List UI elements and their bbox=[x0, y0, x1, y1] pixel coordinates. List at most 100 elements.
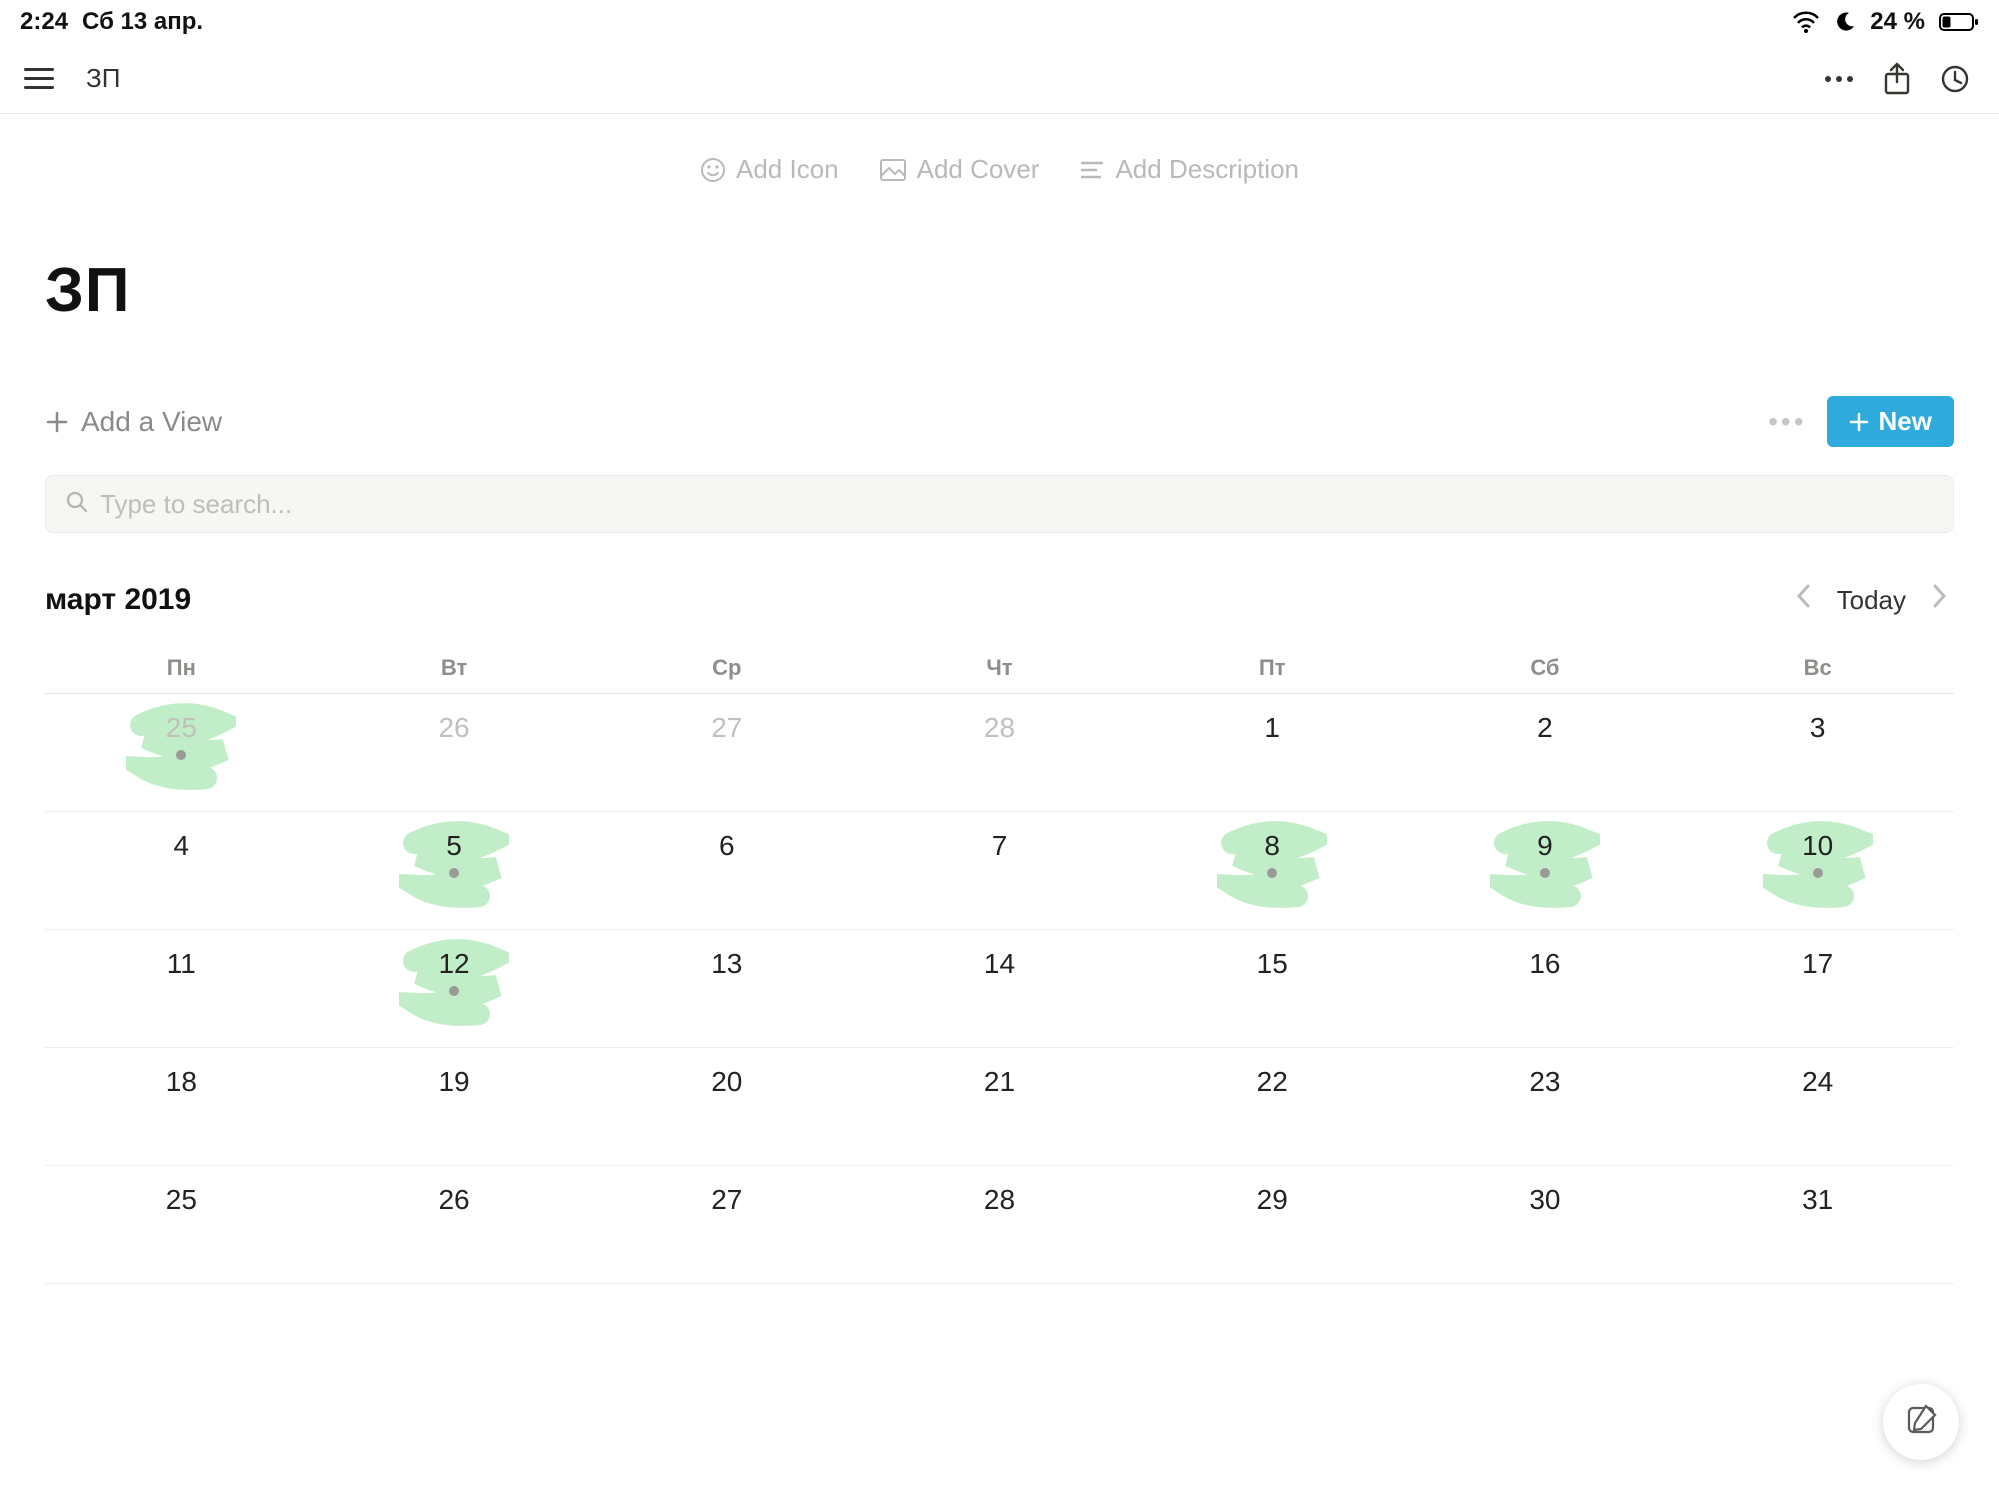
calendar-day[interactable]: 18 bbox=[45, 1048, 318, 1166]
calendar-day[interactable]: 19 bbox=[318, 1048, 591, 1166]
day-number: 25 bbox=[166, 1184, 197, 1216]
compose-button[interactable] bbox=[1883, 1384, 1959, 1460]
day-number: 25 bbox=[166, 712, 197, 744]
calendar-day[interactable]: 6 bbox=[590, 812, 863, 930]
add-view-label: Add a View bbox=[81, 406, 222, 438]
new-button[interactable]: New bbox=[1827, 396, 1954, 447]
page-title[interactable]: ЗП bbox=[45, 255, 1954, 326]
add-description-label: Add Description bbox=[1115, 154, 1299, 185]
calendar-day[interactable]: 20 bbox=[590, 1048, 863, 1166]
prev-month-button[interactable] bbox=[1789, 583, 1817, 617]
day-number: 15 bbox=[1257, 948, 1288, 980]
weekday-label: Пн bbox=[45, 643, 318, 693]
battery-icon bbox=[1939, 12, 1979, 32]
calendar-day[interactable]: 26 bbox=[318, 1166, 591, 1284]
share-icon[interactable] bbox=[1877, 59, 1917, 99]
event-indicator bbox=[449, 986, 459, 996]
calendar-day[interactable]: 12 bbox=[318, 930, 591, 1048]
calendar-day[interactable]: 11 bbox=[45, 930, 318, 1048]
day-number: 31 bbox=[1802, 1184, 1833, 1216]
calendar-weekday-row: Пн Вт Ср Чт Пт Сб Вс bbox=[45, 643, 1954, 694]
day-number: 12 bbox=[438, 948, 469, 980]
calendar-day[interactable]: 16 bbox=[1409, 930, 1682, 1048]
calendar-day[interactable]: 5 bbox=[318, 812, 591, 930]
wifi-icon bbox=[1792, 11, 1820, 33]
calendar-day[interactable]: 28 bbox=[863, 694, 1136, 812]
day-number: 7 bbox=[992, 830, 1008, 862]
calendar-day[interactable]: 21 bbox=[863, 1048, 1136, 1166]
status-time: 2:24 bbox=[20, 8, 68, 36]
calendar-day[interactable]: 27 bbox=[590, 1166, 863, 1284]
calendar-day[interactable]: 15 bbox=[1136, 930, 1409, 1048]
calendar-day[interactable]: 31 bbox=[1681, 1166, 1954, 1284]
day-number: 4 bbox=[174, 830, 190, 862]
calendar-body: 2526272812345678910111213141516171819202… bbox=[45, 694, 1954, 1284]
calendar-day[interactable]: 4 bbox=[45, 812, 318, 930]
calendar-day[interactable]: 3 bbox=[1681, 694, 1954, 812]
calendar-day[interactable]: 22 bbox=[1136, 1048, 1409, 1166]
weekday-label: Чт bbox=[863, 643, 1136, 693]
day-number: 5 bbox=[446, 830, 462, 862]
day-number: 27 bbox=[711, 712, 742, 744]
calendar-day[interactable]: 25 bbox=[45, 1166, 318, 1284]
battery-percent: 24 % bbox=[1870, 8, 1925, 36]
day-number: 13 bbox=[711, 948, 742, 980]
calendar-day[interactable]: 17 bbox=[1681, 930, 1954, 1048]
day-number: 3 bbox=[1810, 712, 1826, 744]
status-bar: 2:24 Сб 13 апр. 24 % bbox=[0, 0, 1999, 44]
day-number: 6 bbox=[719, 830, 735, 862]
day-number: 1 bbox=[1264, 712, 1280, 744]
calendar-day[interactable]: 1 bbox=[1136, 694, 1409, 812]
day-number: 20 bbox=[711, 1066, 742, 1098]
day-number: 18 bbox=[166, 1066, 197, 1098]
calendar-day[interactable]: 29 bbox=[1136, 1166, 1409, 1284]
calendar-day[interactable]: 24 bbox=[1681, 1048, 1954, 1166]
calendar-day[interactable]: 27 bbox=[590, 694, 863, 812]
day-number: 24 bbox=[1802, 1066, 1833, 1098]
calendar-day[interactable]: 14 bbox=[863, 930, 1136, 1048]
today-button[interactable]: Today bbox=[1837, 585, 1906, 616]
more-icon[interactable] bbox=[1819, 59, 1859, 99]
search-input[interactable] bbox=[100, 489, 1933, 520]
page-header-actions: Add Icon Add Cover Add Description bbox=[45, 154, 1954, 185]
calendar-day[interactable]: 26 bbox=[318, 694, 591, 812]
event-indicator bbox=[1540, 868, 1550, 878]
compose-icon bbox=[1904, 1403, 1938, 1442]
day-number: 30 bbox=[1529, 1184, 1560, 1216]
history-icon[interactable] bbox=[1935, 59, 1975, 99]
search-icon bbox=[66, 491, 88, 518]
view-more-icon[interactable]: ••• bbox=[1768, 406, 1806, 438]
day-number: 16 bbox=[1529, 948, 1560, 980]
day-number: 21 bbox=[984, 1066, 1015, 1098]
day-number: 8 bbox=[1264, 830, 1280, 862]
add-cover-button[interactable]: Add Cover bbox=[879, 154, 1040, 185]
day-number: 17 bbox=[1802, 948, 1833, 980]
search-bar[interactable] bbox=[45, 475, 1954, 533]
day-number: 11 bbox=[167, 948, 196, 980]
top-nav: ЗП bbox=[0, 44, 1999, 114]
day-number: 29 bbox=[1257, 1184, 1288, 1216]
status-date: Сб 13 апр. bbox=[82, 8, 203, 36]
calendar-day[interactable]: 25 bbox=[45, 694, 318, 812]
calendar-day[interactable]: 13 bbox=[590, 930, 863, 1048]
moon-icon bbox=[1834, 11, 1856, 33]
menu-button[interactable] bbox=[24, 63, 56, 95]
weekday-label: Сб bbox=[1409, 643, 1682, 693]
calendar-day[interactable]: 23 bbox=[1409, 1048, 1682, 1166]
day-number: 26 bbox=[438, 1184, 469, 1216]
calendar-day[interactable]: 9 bbox=[1409, 812, 1682, 930]
calendar-day[interactable]: 10 bbox=[1681, 812, 1954, 930]
breadcrumb[interactable]: ЗП bbox=[86, 63, 120, 94]
add-view-button[interactable]: Add a View bbox=[45, 406, 222, 438]
month-label[interactable]: март 2019 bbox=[45, 583, 1789, 617]
next-month-button[interactable] bbox=[1926, 583, 1954, 617]
calendar-day[interactable]: 30 bbox=[1409, 1166, 1682, 1284]
calendar-day[interactable]: 28 bbox=[863, 1166, 1136, 1284]
calendar-day[interactable]: 8 bbox=[1136, 812, 1409, 930]
calendar-day[interactable]: 7 bbox=[863, 812, 1136, 930]
calendar-day[interactable]: 2 bbox=[1409, 694, 1682, 812]
add-icon-button[interactable]: Add Icon bbox=[700, 154, 839, 185]
add-description-button[interactable]: Add Description bbox=[1079, 154, 1299, 185]
event-indicator bbox=[1267, 868, 1277, 878]
day-number: 14 bbox=[984, 948, 1015, 980]
